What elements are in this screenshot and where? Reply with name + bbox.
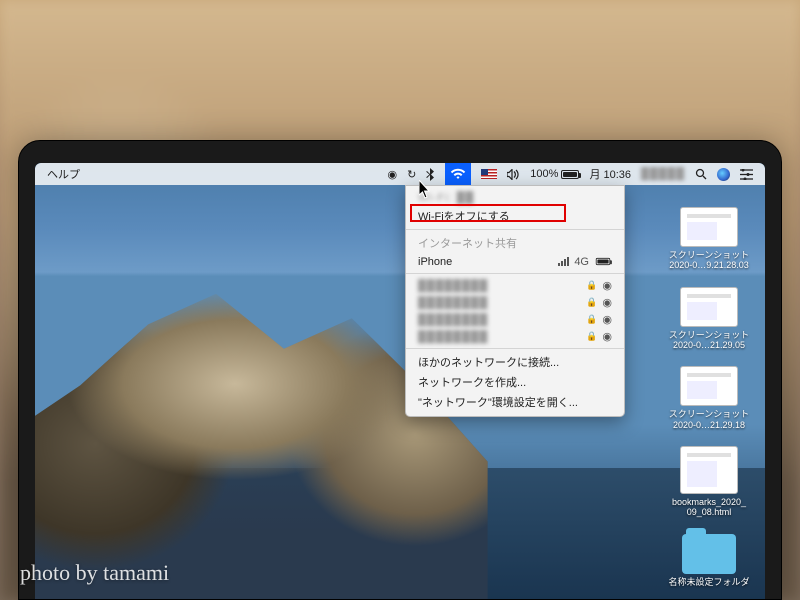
lock-icon: 🔒 (586, 314, 597, 325)
html-file-icon (680, 446, 738, 494)
screenshot-thumb-icon (680, 287, 738, 327)
create-network[interactable]: ネットワークを作成... (406, 372, 624, 392)
screenshot-thumb-icon (680, 207, 738, 247)
desktop-file[interactable]: スクリーンショット2020-0…9.21.28.03 (663, 207, 755, 271)
clock[interactable]: 月 10:36 (589, 166, 631, 182)
screen: ヘルプ ◉ ↻ 100% 月 10:36 (35, 163, 765, 599)
internet-sharing-header: インターネット共有 (406, 233, 624, 253)
wifi-signal-icon: ◉ (602, 279, 612, 292)
siri-icon[interactable] (717, 168, 730, 181)
screenshot-thumb-icon (680, 366, 738, 406)
wifi-signal-icon: ◉ (602, 313, 612, 326)
hotspot-battery-icon (596, 258, 610, 265)
user-name-blurred[interactable]: █████ (641, 168, 685, 180)
wifi-dropdown-menu: Wi-Fi: ██ Wi-Fiをオフにする インターネット共有 iPhone 4… (405, 185, 625, 417)
open-network-preferences[interactable]: "ネットワーク"環境設定を開く... (406, 392, 624, 412)
desktop-file[interactable]: スクリーンショット2020-0…21.29.18 (663, 366, 755, 430)
desktop-file[interactable]: bookmarks_2020_09_08.html (663, 446, 755, 518)
menu-help[interactable]: ヘルプ (47, 166, 80, 182)
wifi-network-item[interactable]: ████████ 🔒◉ (406, 277, 624, 294)
battery-percent: 100% (530, 168, 558, 180)
laptop-frame: ヘルプ ◉ ↻ 100% 月 10:36 (18, 140, 782, 600)
desktop-folder[interactable]: 名称未設定フォルダ (663, 534, 755, 587)
desktop-icon-column: スクリーンショット2020-0…9.21.28.03 スクリーンショット2020… (663, 207, 755, 587)
battery-icon (561, 170, 579, 179)
cell-network-label: 4G (574, 256, 589, 268)
wifi-network-item[interactable]: ████████ 🔒◉ (406, 311, 624, 328)
menubar: ヘルプ ◉ ↻ 100% 月 10:36 (35, 163, 765, 185)
wifi-network-item[interactable]: ████████ 🔒◉ (406, 328, 624, 345)
sync-icon[interactable]: ↻ (407, 168, 416, 181)
folder-icon (682, 534, 736, 574)
wifi-turn-off[interactable]: Wi-Fiをオフにする (406, 206, 624, 226)
cell-signal-icon (558, 257, 569, 266)
desktop-file[interactable]: スクリーンショット2020-0…21.29.05 (663, 287, 755, 351)
wifi-menu-icon[interactable] (445, 163, 471, 185)
wifi-signal-icon: ◉ (602, 296, 612, 309)
spotlight-icon[interactable] (695, 168, 707, 180)
input-source-flag-icon[interactable] (481, 169, 497, 179)
desktop-wallpaper (35, 163, 765, 599)
bluetooth-icon[interactable] (426, 168, 435, 181)
connect-other-network[interactable]: ほかのネットワークに接続... (406, 352, 624, 372)
notification-center-icon[interactable] (740, 169, 753, 180)
creative-cloud-icon[interactable]: ◉ (387, 168, 397, 181)
lock-icon: 🔒 (586, 331, 597, 342)
wifi-network-item[interactable]: ████████ 🔒◉ (406, 294, 624, 311)
lock-icon: 🔒 (586, 297, 597, 308)
battery-status[interactable]: 100% (530, 168, 579, 180)
photo-watermark: photo by tamami (20, 560, 169, 586)
wifi-signal-icon: ◉ (602, 330, 612, 343)
volume-icon[interactable] (507, 169, 520, 180)
wifi-status-row: Wi-Fi: ██ (406, 189, 624, 206)
personal-hotspot-iphone[interactable]: iPhone 4G (406, 253, 624, 270)
lock-icon: 🔒 (586, 280, 597, 291)
